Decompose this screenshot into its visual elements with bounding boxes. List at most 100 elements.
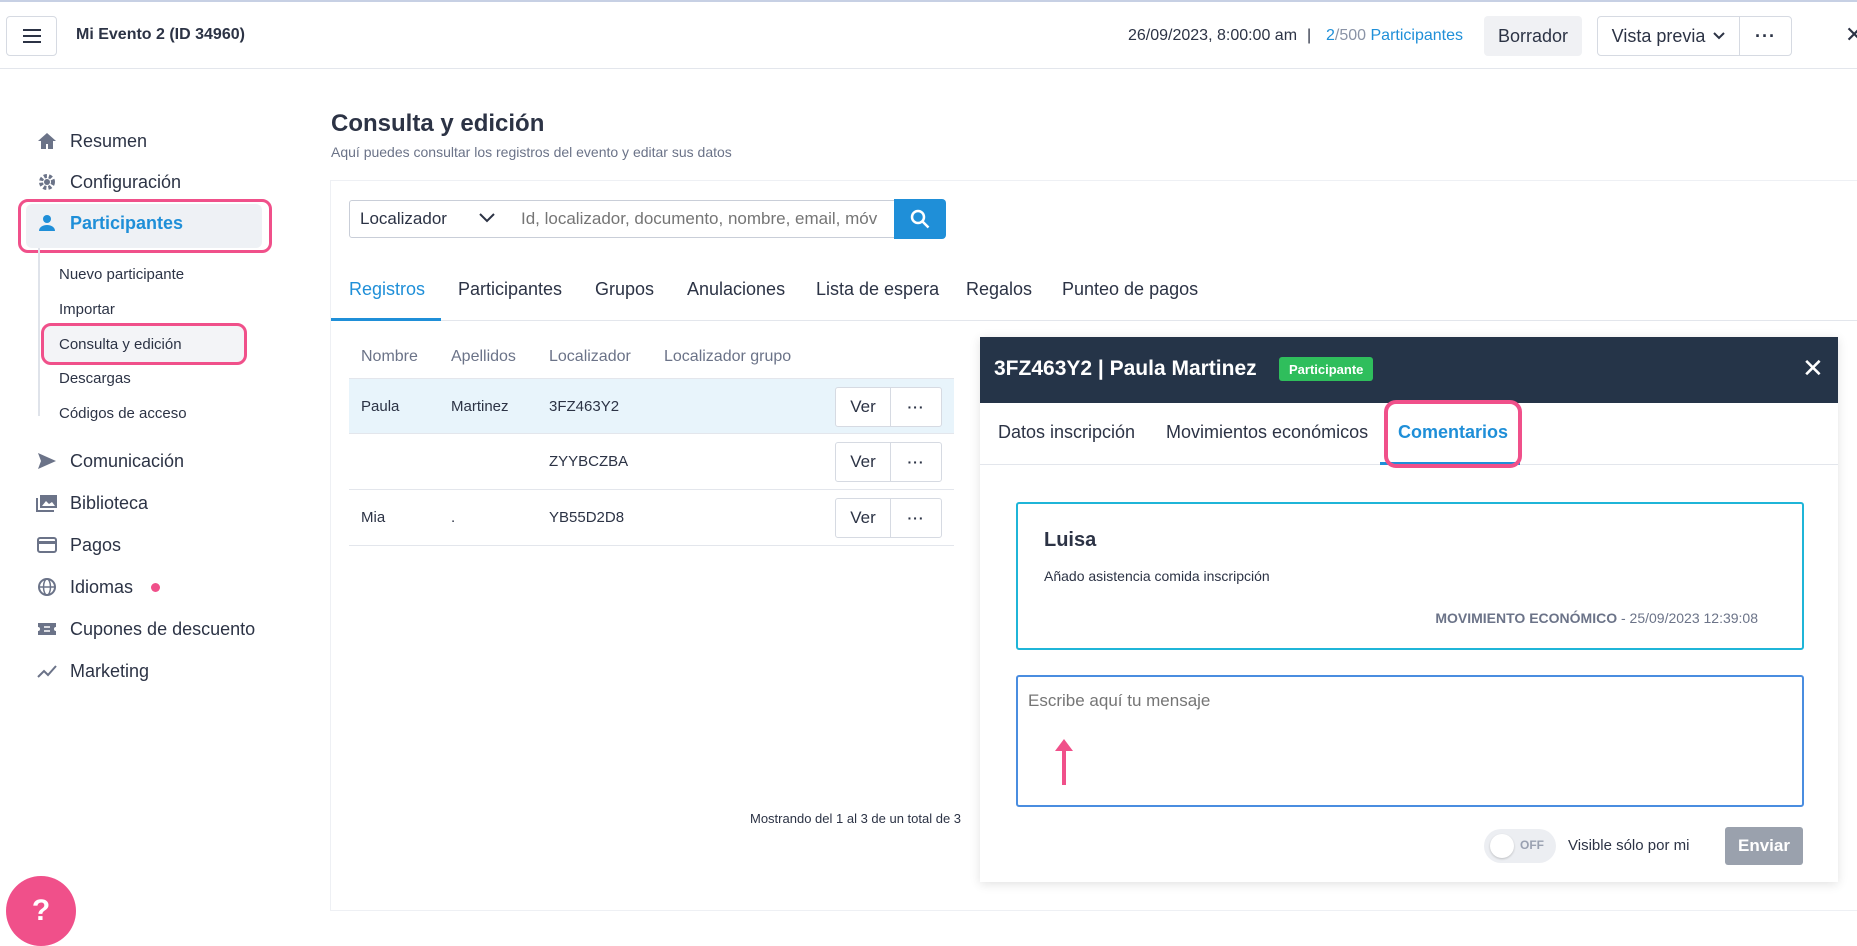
sidebar-item-label: Idiomas xyxy=(70,576,134,597)
sidebar-item-configuracion[interactable]: Configuración xyxy=(36,171,181,193)
visible-only-me-label: Visible sólo por mi xyxy=(1568,837,1690,854)
sidebar-item-label: Resumen xyxy=(70,130,148,151)
sidebar-item-marketing[interactable]: Marketing xyxy=(36,660,149,682)
globe-icon xyxy=(36,576,58,598)
search-icon xyxy=(910,209,930,229)
cell-apellidos: Martinez xyxy=(451,398,509,415)
cell-localizador: ZYYBCZBA xyxy=(549,453,629,470)
tab-grupos[interactable]: Grupos xyxy=(595,279,654,300)
close-icon[interactable]: ✕ xyxy=(1802,353,1824,384)
gear-icon xyxy=(36,171,58,193)
row-more-button[interactable]: ··· xyxy=(890,442,942,482)
view-button[interactable]: Ver xyxy=(835,387,891,427)
subnav-item-descargas[interactable]: Descargas xyxy=(59,370,131,387)
table-row[interactable]: Paula Martinez 3FZ463Y2 Ver ··· xyxy=(349,378,954,434)
registration-detail-panel: 3FZ463Y2 | Paula Martinez Participante ✕… xyxy=(980,337,1838,882)
sidebar-item-comunicacion[interactable]: Comunicación xyxy=(36,450,184,472)
draft-status-button[interactable]: Borrador xyxy=(1484,16,1582,56)
cell-localizador: YB55D2D8 xyxy=(549,509,625,526)
participants-current: 2 xyxy=(1326,27,1335,44)
search-button[interactable] xyxy=(894,199,946,239)
sidebar-item-label: Biblioteca xyxy=(70,492,149,513)
subnav-line xyxy=(38,248,40,416)
toggle-state-label: OFF xyxy=(1520,838,1544,852)
search-field-select[interactable]: Localizador xyxy=(349,200,512,238)
participants-count-label: Participantes xyxy=(1370,27,1464,44)
table-row[interactable]: Mia . YB55D2D8 Ver ··· xyxy=(349,490,954,546)
cell-nombre: Paula xyxy=(361,398,400,415)
send-button[interactable]: Enviar xyxy=(1725,827,1803,865)
preview-dropdown-button[interactable]: Vista previa xyxy=(1597,16,1740,56)
arrow-up-annotation-icon xyxy=(1055,739,1073,785)
help-button[interactable]: ? xyxy=(6,876,76,946)
hamburger-icon xyxy=(22,35,41,37)
sidebar-item-label: Cupones de descuento xyxy=(70,618,256,639)
tab-lista-espera[interactable]: Lista de espera xyxy=(816,279,939,300)
sidebar-item-label: Marketing xyxy=(70,660,150,681)
highlight-ring-comentarios xyxy=(1384,400,1522,468)
comment-meta: MOVIMIENTO ECONÓMICO - 25/09/2023 12:39:… xyxy=(1435,610,1758,626)
status-badge: Participante xyxy=(1279,357,1374,381)
view-button[interactable]: Ver xyxy=(835,442,891,482)
sidebar-item-pagos[interactable]: Pagos xyxy=(36,534,121,556)
row-more-button[interactable]: ··· xyxy=(890,387,942,427)
preview-label: Vista previa xyxy=(1611,25,1706,46)
subnav-item-nuevo-participante[interactable]: Nuevo participante xyxy=(59,266,184,283)
view-button[interactable]: Ver xyxy=(835,498,891,538)
sidebar-item-label: Comunicación xyxy=(70,450,185,471)
trend-icon xyxy=(36,660,58,682)
active-tab-underline xyxy=(331,318,441,321)
cell-apellidos: . xyxy=(451,509,456,526)
pagination-info: Mostrando del 1 al 3 de un total de 3 xyxy=(750,811,962,826)
table-row[interactable]: ZYYBCZBA Ver ··· xyxy=(349,434,954,490)
participants-max: /500 xyxy=(1334,27,1367,44)
sidebar-item-idiomas[interactable]: Idiomas xyxy=(36,576,161,598)
header-separator: | xyxy=(1307,27,1312,44)
page-title: Consulta y edición xyxy=(331,110,545,137)
tab-participantes[interactable]: Participantes xyxy=(458,279,562,300)
close-icon[interactable]: ✕ xyxy=(1845,22,1857,48)
chevron-down-icon xyxy=(1713,32,1726,40)
participants-count-link[interactable]: 2/500 Participantes xyxy=(1326,27,1463,45)
notification-dot xyxy=(151,582,161,592)
send-icon xyxy=(36,450,58,472)
cell-nombre: Mia xyxy=(361,509,386,526)
tab-registros[interactable]: Registros xyxy=(349,279,425,300)
tab-regalos[interactable]: Regalos xyxy=(966,279,1032,300)
column-header-localizador-grupo[interactable]: Localizador grupo xyxy=(664,348,791,366)
visibility-toggle[interactable]: OFF xyxy=(1484,829,1556,863)
detail-title: 3FZ463Y2 | Paula Martinez xyxy=(994,357,1257,380)
toggle-knob xyxy=(1490,834,1514,858)
sidebar-item-label: Pagos xyxy=(70,534,122,555)
tab-datos-inscripcion[interactable]: Datos inscripción xyxy=(998,422,1135,443)
tab-anulaciones[interactable]: Anulaciones xyxy=(687,279,785,300)
home-icon xyxy=(36,130,58,152)
row-more-button[interactable]: ··· xyxy=(890,498,942,538)
detail-header: 3FZ463Y2 | Paula Martinez Participante ✕ xyxy=(980,337,1838,403)
sidebar-item-biblioteca[interactable]: Biblioteca xyxy=(36,492,148,514)
subnav-item-codigos-acceso[interactable]: Códigos de acceso xyxy=(59,405,187,422)
subnav-item-consulta-edicion[interactable]: Consulta y edición xyxy=(59,336,182,353)
hamburger-menu-button[interactable] xyxy=(6,16,57,56)
message-textarea[interactable] xyxy=(1016,675,1804,807)
event-date: 26/09/2023, 8:00:00 am xyxy=(1128,27,1298,44)
sidebar-item-cupones[interactable]: Cupones de descuento xyxy=(36,618,255,640)
search-input[interactable] xyxy=(511,200,895,238)
tab-punteo-pagos[interactable]: Punteo de pagos xyxy=(1062,279,1198,300)
column-header-localizador[interactable]: Localizador xyxy=(549,348,631,366)
column-header-nombre[interactable]: Nombre xyxy=(361,348,418,366)
library-icon xyxy=(36,492,58,514)
sidebar-item-label: Configuración xyxy=(70,171,182,192)
comment-card: Luisa Añado asistencia comida inscripció… xyxy=(1016,502,1804,650)
comment-text: Añado asistencia comida inscripción xyxy=(1044,568,1270,584)
comment-date: - 25/09/2023 12:39:08 xyxy=(1617,610,1758,626)
card-icon xyxy=(36,534,58,556)
tab-movimientos-economicos[interactable]: Movimientos económicos xyxy=(1166,422,1368,443)
column-header-apellidos[interactable]: Apellidos xyxy=(451,348,516,366)
sidebar-item-participantes[interactable]: Participantes xyxy=(36,212,183,234)
subnav-item-importar[interactable]: Importar xyxy=(59,301,115,318)
sidebar-item-resumen[interactable]: Resumen xyxy=(36,130,147,152)
more-options-button[interactable]: ··· xyxy=(1739,16,1792,56)
comment-author: Luisa xyxy=(1044,529,1097,551)
comment-type: MOVIMIENTO ECONÓMICO xyxy=(1435,610,1618,626)
